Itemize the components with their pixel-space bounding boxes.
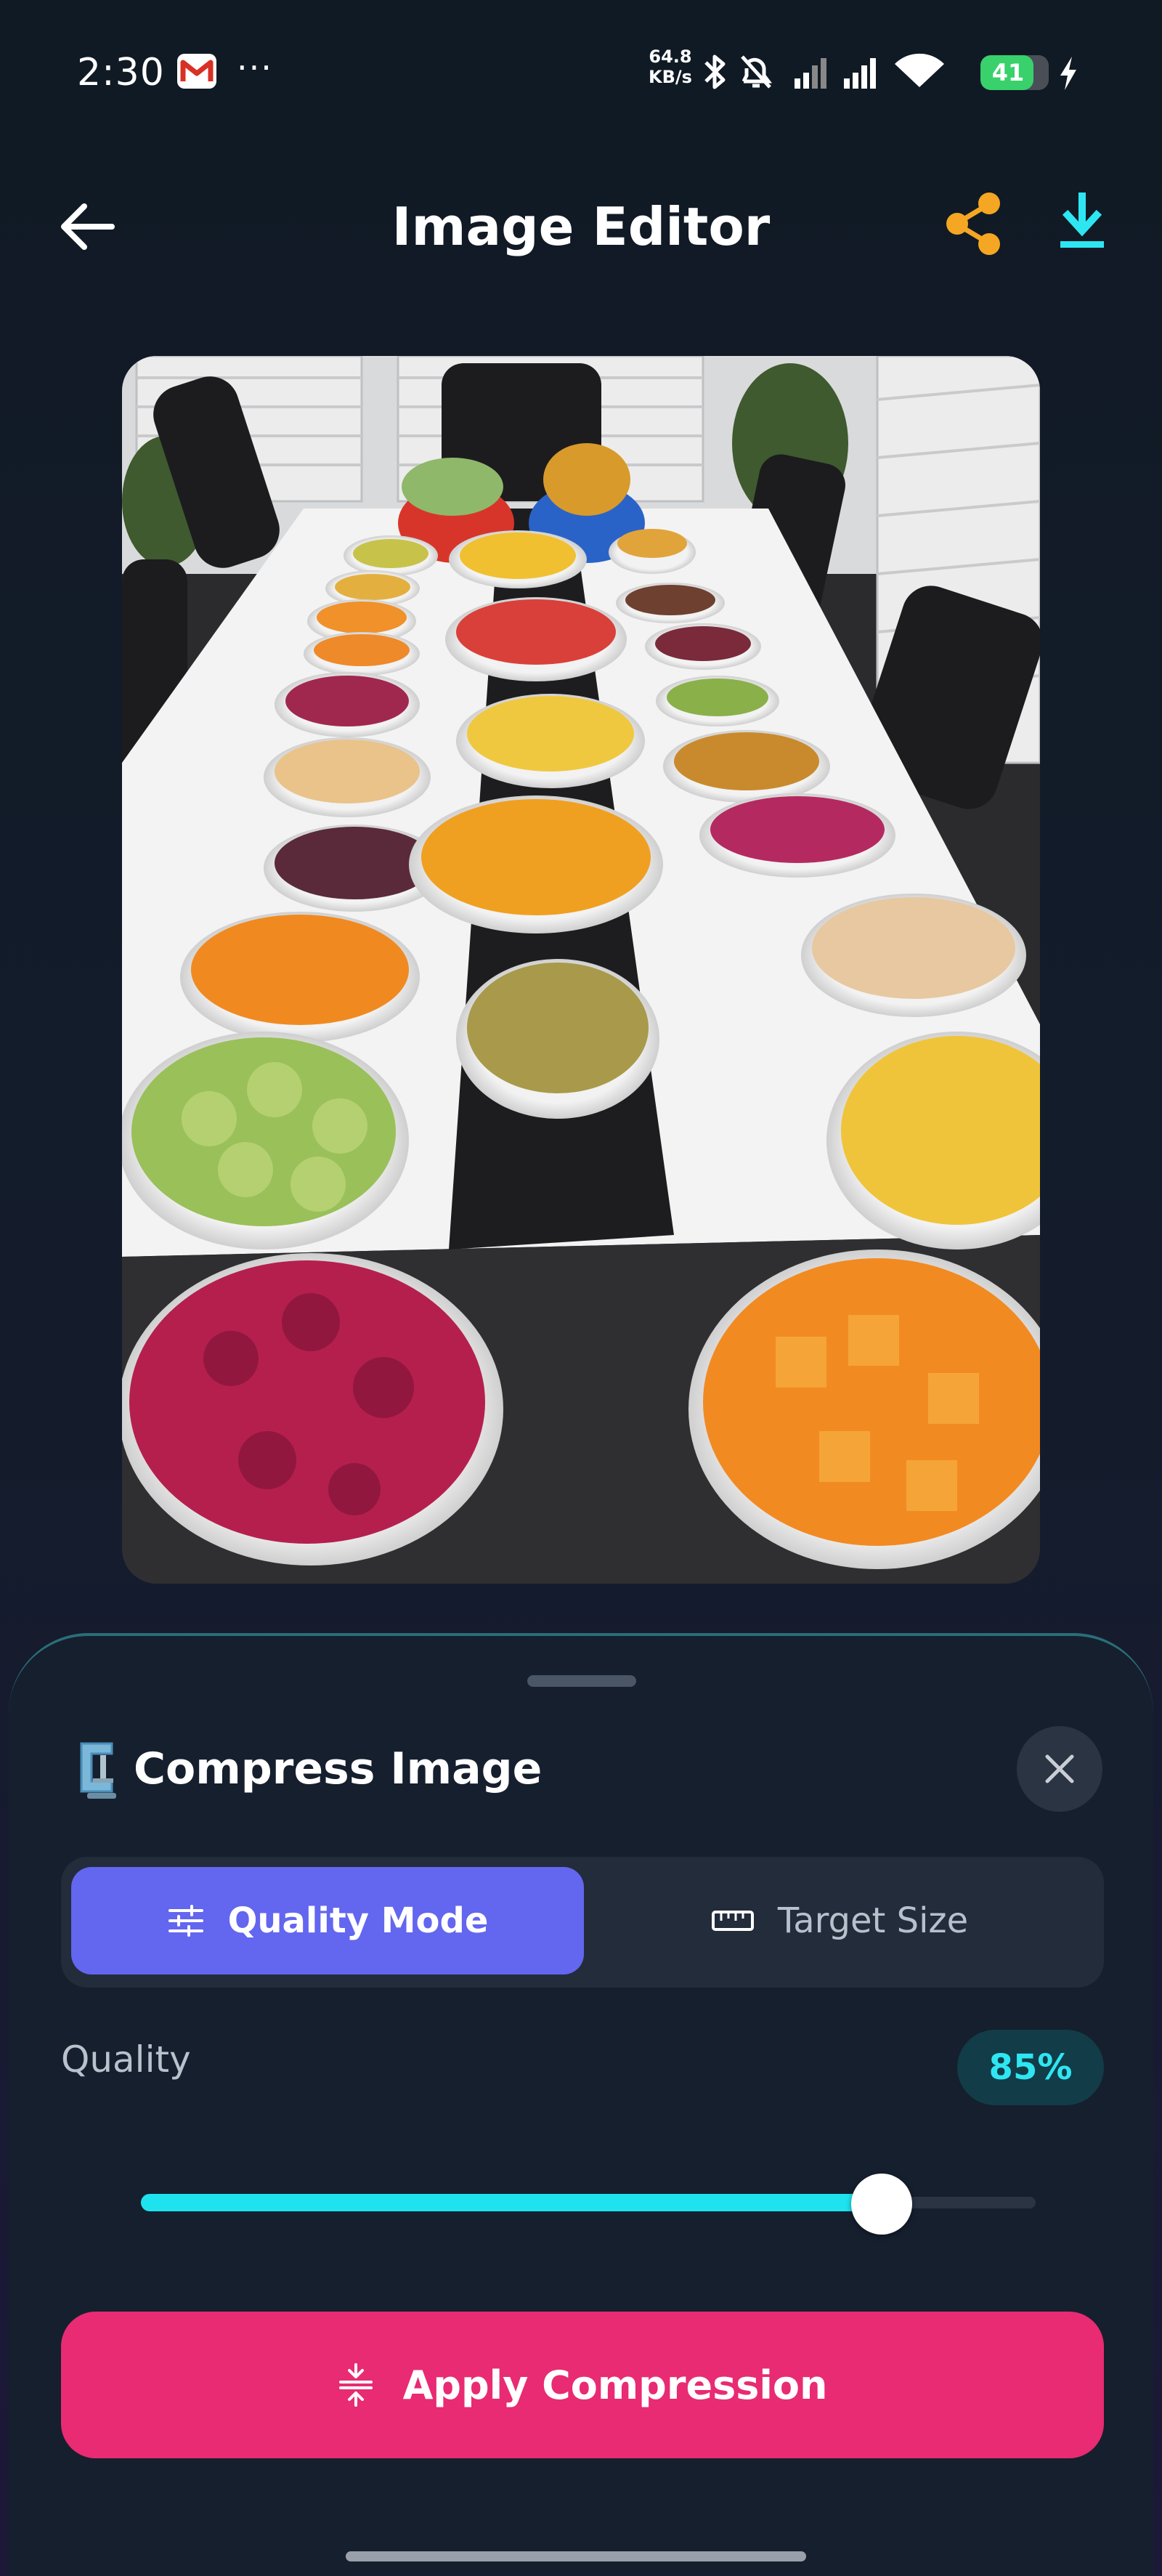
- apply-compression-button[interactable]: Apply Compression: [61, 2312, 1104, 2458]
- clamp-icon: [71, 1738, 122, 1803]
- close-button[interactable]: [1017, 1726, 1102, 1812]
- status-time: 2:30: [77, 51, 165, 94]
- status-icons: [704, 53, 944, 89]
- more-notifications-icon: ···: [237, 48, 273, 87]
- download-button[interactable]: [1046, 187, 1118, 260]
- signal-icon: [795, 58, 826, 89]
- tab-quality-mode-label: Quality Mode: [227, 1900, 489, 1941]
- share-icon: [946, 193, 1000, 255]
- status-bar: 2:30 ··· 64.8 KB/s 41: [0, 0, 1162, 145]
- wifi-icon: [895, 53, 944, 87]
- network-speed-unit: KB/s: [649, 67, 692, 87]
- mode-selector: Quality Mode Target Size: [61, 1857, 1104, 1988]
- bluetooth-icon: [704, 54, 726, 89]
- sliders-icon: [168, 1905, 203, 1937]
- tab-target-size-label: Target Size: [777, 1900, 969, 1941]
- network-speed-value: 64.8: [649, 46, 692, 67]
- compress-icon: [338, 2363, 373, 2407]
- apply-compression-label: Apply Compression: [402, 2362, 828, 2408]
- sheet-title: Compress Image: [134, 1743, 543, 1794]
- tab-target-size[interactable]: Target Size: [585, 1867, 1094, 1974]
- network-speed: 64.8 KB/s: [645, 46, 696, 87]
- compress-bottom-sheet: Compress Image Quality Mode Target Size: [9, 1633, 1153, 2576]
- share-button[interactable]: [937, 187, 1009, 260]
- battery-indicator: 41: [980, 55, 1049, 90]
- image-preview: [122, 356, 1040, 1584]
- signal-icon: [844, 58, 876, 89]
- fruit-table-photo: [122, 356, 1040, 1584]
- charging-icon: [1060, 57, 1076, 90]
- quality-label: Quality: [61, 2038, 191, 2081]
- tab-quality-mode[interactable]: Quality Mode: [71, 1867, 584, 1974]
- close-icon: [1045, 1754, 1074, 1783]
- quality-value-badge: 85%: [957, 2030, 1104, 2105]
- battery-level: 41: [991, 59, 1025, 86]
- home-indicator[interactable]: [346, 2551, 806, 2561]
- mute-icon: [741, 55, 772, 89]
- download-icon: [1060, 193, 1104, 248]
- drag-handle[interactable]: [527, 1675, 636, 1687]
- slider-thumb[interactable]: [851, 2174, 912, 2235]
- ruler-icon: [711, 1911, 754, 1931]
- quality-slider[interactable]: [134, 2174, 1043, 2235]
- gmail-icon: [177, 54, 216, 89]
- slider-fill: [141, 2194, 882, 2211]
